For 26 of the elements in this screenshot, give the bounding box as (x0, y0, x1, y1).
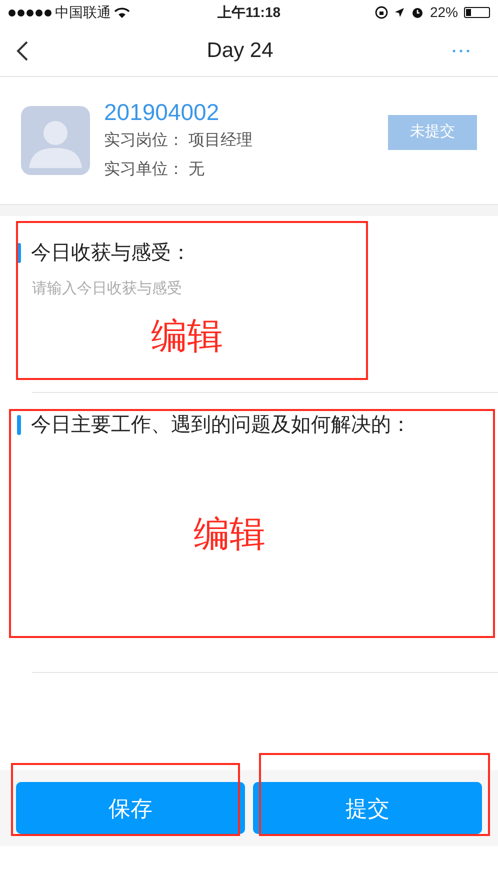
profile-field: 实习单位： 无 (104, 154, 374, 184)
section-marker (17, 415, 21, 435)
battery-icon (464, 7, 490, 18)
wifi-icon (114, 6, 130, 18)
lock-rotation-icon (374, 6, 388, 19)
avatar (21, 106, 90, 175)
back-icon[interactable] (16, 40, 28, 60)
status-time: 上午11:18 (217, 3, 281, 22)
section-title: 今日收获与感受： (31, 241, 191, 266)
profile-field: 实习岗位： 项目经理 (104, 126, 374, 154)
annotation-label: 编辑 (151, 314, 223, 358)
more-icon[interactable] (452, 48, 470, 52)
location-icon (394, 7, 405, 18)
section-marker (17, 243, 21, 263)
battery-percent: 22% (430, 3, 458, 22)
alarm-icon (410, 6, 424, 19)
status-badge: 未提交 (388, 115, 477, 150)
student-id: 201904002 (104, 98, 220, 126)
save-button[interactable]: 保存 (16, 782, 245, 834)
page-title: Day 24 (206, 38, 274, 64)
annotation-label: 编辑 (194, 512, 266, 556)
submit-button[interactable]: 提交 (253, 782, 482, 834)
input-placeholder[interactable]: 请输入今日收获与感受 (32, 278, 182, 300)
carrier-name: 中国联通 (55, 3, 111, 22)
signal-icon (8, 8, 52, 16)
section-title: 今日主要工作、遇到的问题及如何解决的： (31, 413, 411, 438)
